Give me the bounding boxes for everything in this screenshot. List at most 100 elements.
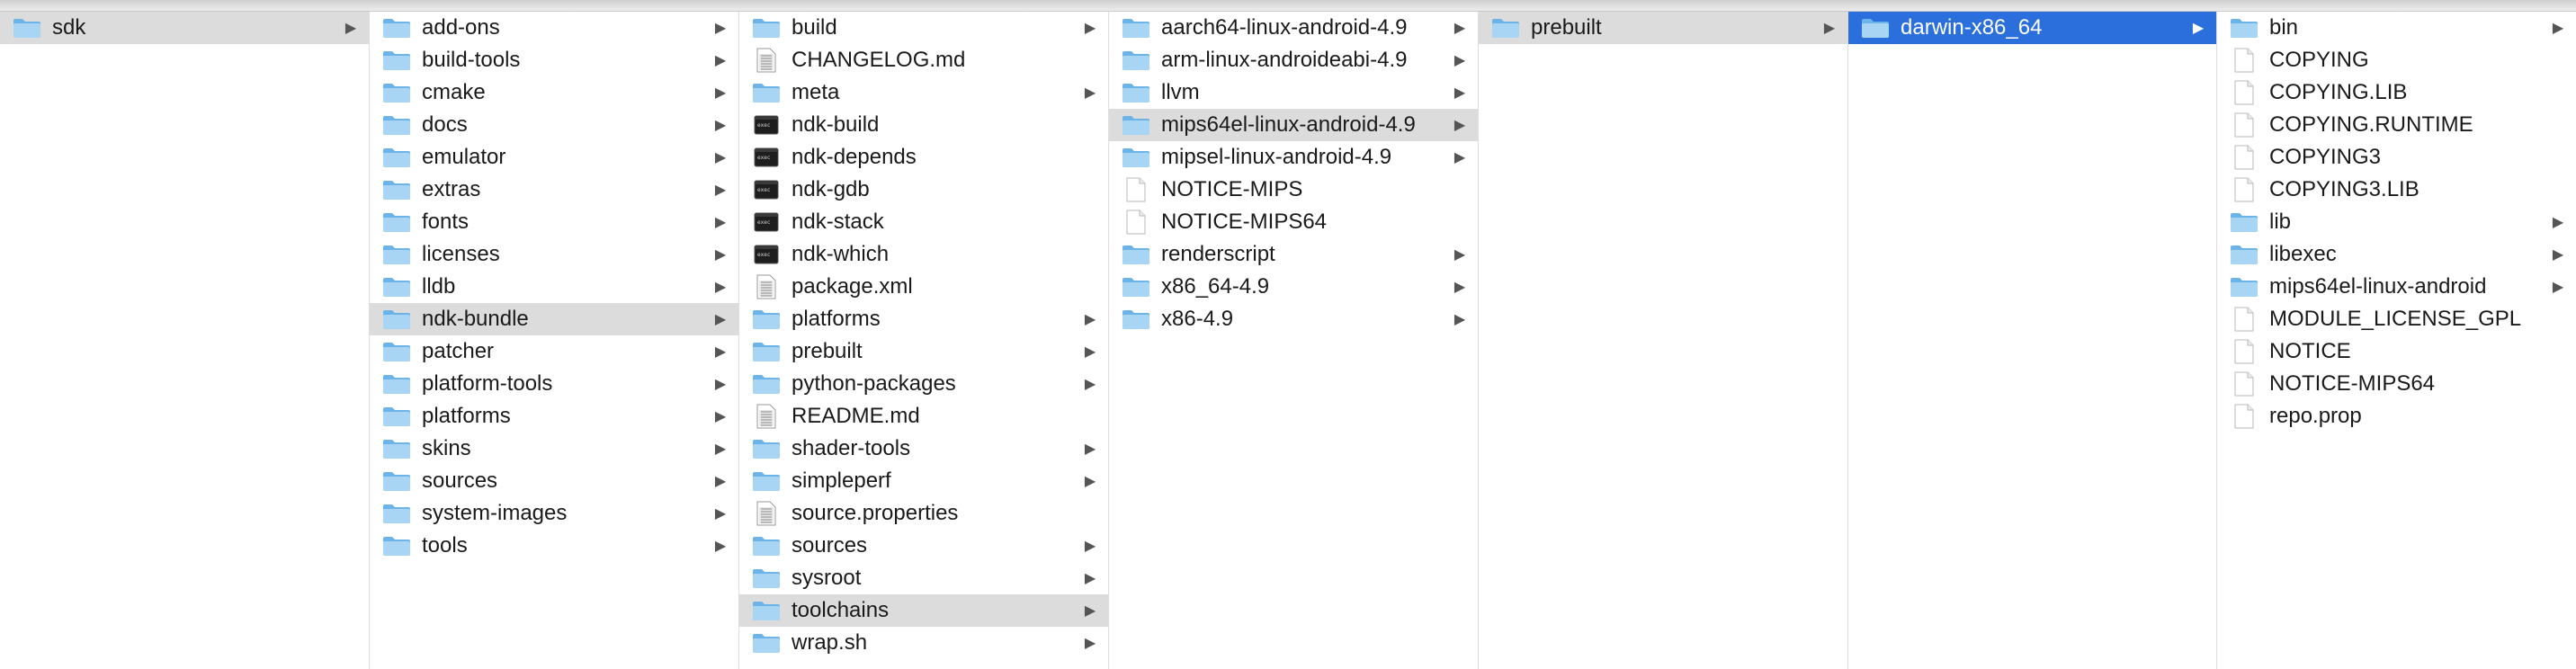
file-row[interactable]: exec ndk-depends (739, 141, 1108, 174)
folder-row[interactable]: patcher ▶ (370, 335, 738, 368)
item-label: patcher (422, 339, 495, 363)
file-row[interactable]: CHANGELOG.md (739, 44, 1108, 76)
folder-row[interactable]: mips64el-linux-android-4.9 ▶ (1109, 109, 1478, 141)
folder-row[interactable]: extras ▶ (370, 174, 738, 206)
folder-icon (1122, 49, 1150, 71)
disclosure-arrow-icon: ▶ (714, 312, 727, 327)
item-label: aarch64-linux-android-4.9 (1161, 15, 1408, 40)
file-row[interactable]: NOTICE-MIPS (1109, 174, 1478, 206)
file-row[interactable]: NOTICE (2217, 335, 2576, 368)
item-label: meta (792, 80, 840, 104)
column-4[interactable]: aarch64-linux-android-4.9 ▶ arm-linux-andr… (1109, 12, 1479, 669)
file-row[interactable]: COPYING (2217, 44, 2576, 76)
folder-row[interactable]: docs ▶ (370, 109, 738, 141)
file-row[interactable]: exec ndk-which (739, 238, 1108, 271)
window-top-border (0, 0, 2576, 12)
file-row[interactable]: MODULE_LICENSE_GPL (2217, 303, 2576, 335)
item-label: COPYING3.LIB (2269, 177, 2419, 201)
folder-row[interactable]: bin ▶ (2217, 12, 2576, 44)
column-5[interactable]: prebuilt ▶ (1479, 12, 1848, 669)
folder-row[interactable]: aarch64-linux-android-4.9 ▶ (1109, 12, 1478, 44)
folder-icon (382, 308, 411, 330)
file-row[interactable]: package.xml (739, 271, 1108, 303)
folder-row[interactable]: tools ▶ (370, 530, 738, 562)
folder-icon (382, 82, 411, 103)
text-document-icon (752, 48, 781, 73)
folder-row[interactable]: lib ▶ (2217, 206, 2576, 238)
item-label: x86-4.9 (1161, 307, 1234, 331)
column-1[interactable]: sdk ▶ (0, 12, 370, 669)
folder-row[interactable]: arm-linux-androideabi-4.9 ▶ (1109, 44, 1478, 76)
folder-row[interactable]: sources ▶ (739, 530, 1108, 562)
folder-row[interactable]: meta ▶ (739, 76, 1108, 109)
folder-row[interactable]: platforms ▶ (370, 400, 738, 433)
folder-row[interactable]: mips64el-linux-android ▶ (2217, 271, 2576, 303)
document-icon (2230, 404, 2258, 429)
folder-row[interactable]: renderscript ▶ (1109, 238, 1478, 271)
disclosure-arrow-icon: ▶ (344, 21, 357, 36)
folder-row[interactable]: simpleperf ▶ (739, 465, 1108, 497)
folder-icon (382, 114, 411, 136)
file-row[interactable]: exec ndk-gdb (739, 174, 1108, 206)
file-row[interactable]: COPYING3.LIB (2217, 174, 2576, 206)
column-3[interactable]: build ▶ CHANGELOG.md meta ▶ exec ndk-build exec… (739, 12, 1109, 669)
folder-row[interactable]: toolchains ▶ (739, 594, 1108, 627)
column-7[interactable]: bin ▶ COPYING COPYING.LIB COPYING.RUNTIME COP… (2217, 12, 2576, 669)
item-label: mipsel-linux-android-4.9 (1161, 145, 1392, 169)
file-row[interactable]: NOTICE-MIPS64 (2217, 368, 2576, 400)
folder-row[interactable]: platform-tools ▶ (370, 368, 738, 400)
folder-row[interactable]: lldb ▶ (370, 271, 738, 303)
folder-icon (382, 373, 411, 395)
folder-row[interactable]: build ▶ (739, 12, 1108, 44)
file-row[interactable]: exec ndk-build (739, 109, 1108, 141)
folder-icon (13, 17, 41, 39)
file-row[interactable]: COPYING3 (2217, 141, 2576, 174)
folder-icon (382, 341, 411, 362)
folder-row[interactable]: sources ▶ (370, 465, 738, 497)
folder-row[interactable]: mipsel-linux-android-4.9 ▶ (1109, 141, 1478, 174)
file-row[interactable]: COPYING.LIB (2217, 76, 2576, 109)
folder-row[interactable]: prebuilt ▶ (739, 335, 1108, 368)
folder-row[interactable]: darwin-x86_64 ▶ (1848, 12, 2216, 44)
item-label: prebuilt (1531, 15, 1602, 40)
folder-row[interactable]: sdk ▶ (0, 12, 369, 44)
folder-row[interactable]: emulator ▶ (370, 141, 738, 174)
folder-row[interactable]: x86_64-4.9 ▶ (1109, 271, 1478, 303)
folder-row[interactable]: fonts ▶ (370, 206, 738, 238)
folder-row[interactable]: skins ▶ (370, 433, 738, 465)
folder-row[interactable]: add-ons ▶ (370, 12, 738, 44)
folder-row[interactable]: x86-4.9 ▶ (1109, 303, 1478, 335)
file-row[interactable]: README.md (739, 400, 1108, 433)
folder-row[interactable]: wrap.sh ▶ (739, 627, 1108, 659)
folder-icon (2230, 211, 2258, 233)
folder-row[interactable]: llvm ▶ (1109, 76, 1478, 109)
folder-row[interactable]: python-packages ▶ (739, 368, 1108, 400)
folder-row[interactable]: platforms ▶ (739, 303, 1108, 335)
file-row[interactable]: source.properties (739, 497, 1108, 530)
item-label: CHANGELOG.md (792, 48, 966, 72)
terminal-executable-icon: exec (752, 179, 781, 201)
folder-row[interactable]: shader-tools ▶ (739, 433, 1108, 465)
item-label: docs (422, 112, 468, 137)
file-row[interactable]: COPYING.RUNTIME (2217, 109, 2576, 141)
file-row[interactable]: NOTICE-MIPS64 (1109, 206, 1478, 238)
folder-icon (1122, 147, 1150, 168)
folder-row[interactable]: libexec ▶ (2217, 238, 2576, 271)
column-2[interactable]: add-ons ▶ build-tools ▶ cmake ▶ docs ▶ emulator ▶… (370, 12, 739, 669)
disclosure-arrow-icon: ▶ (1453, 118, 1466, 133)
item-label: add-ons (422, 15, 500, 40)
item-label: NOTICE-MIPS64 (1161, 210, 1328, 234)
folder-row[interactable]: licenses ▶ (370, 238, 738, 271)
folder-row[interactable]: build-tools ▶ (370, 44, 738, 76)
item-label: skins (422, 436, 471, 460)
item-label: source.properties (792, 501, 959, 525)
file-row[interactable]: exec ndk-stack (739, 206, 1108, 238)
folder-row[interactable]: ndk-bundle ▶ (370, 303, 738, 335)
folder-row[interactable]: sysroot ▶ (739, 562, 1108, 594)
disclosure-arrow-icon: ▶ (714, 344, 727, 360)
folder-row[interactable]: system-images ▶ (370, 497, 738, 530)
column-6[interactable]: darwin-x86_64 ▶ (1848, 12, 2217, 669)
file-row[interactable]: repo.prop (2217, 400, 2576, 433)
folder-row[interactable]: prebuilt ▶ (1479, 12, 1847, 44)
folder-row[interactable]: cmake ▶ (370, 76, 738, 109)
